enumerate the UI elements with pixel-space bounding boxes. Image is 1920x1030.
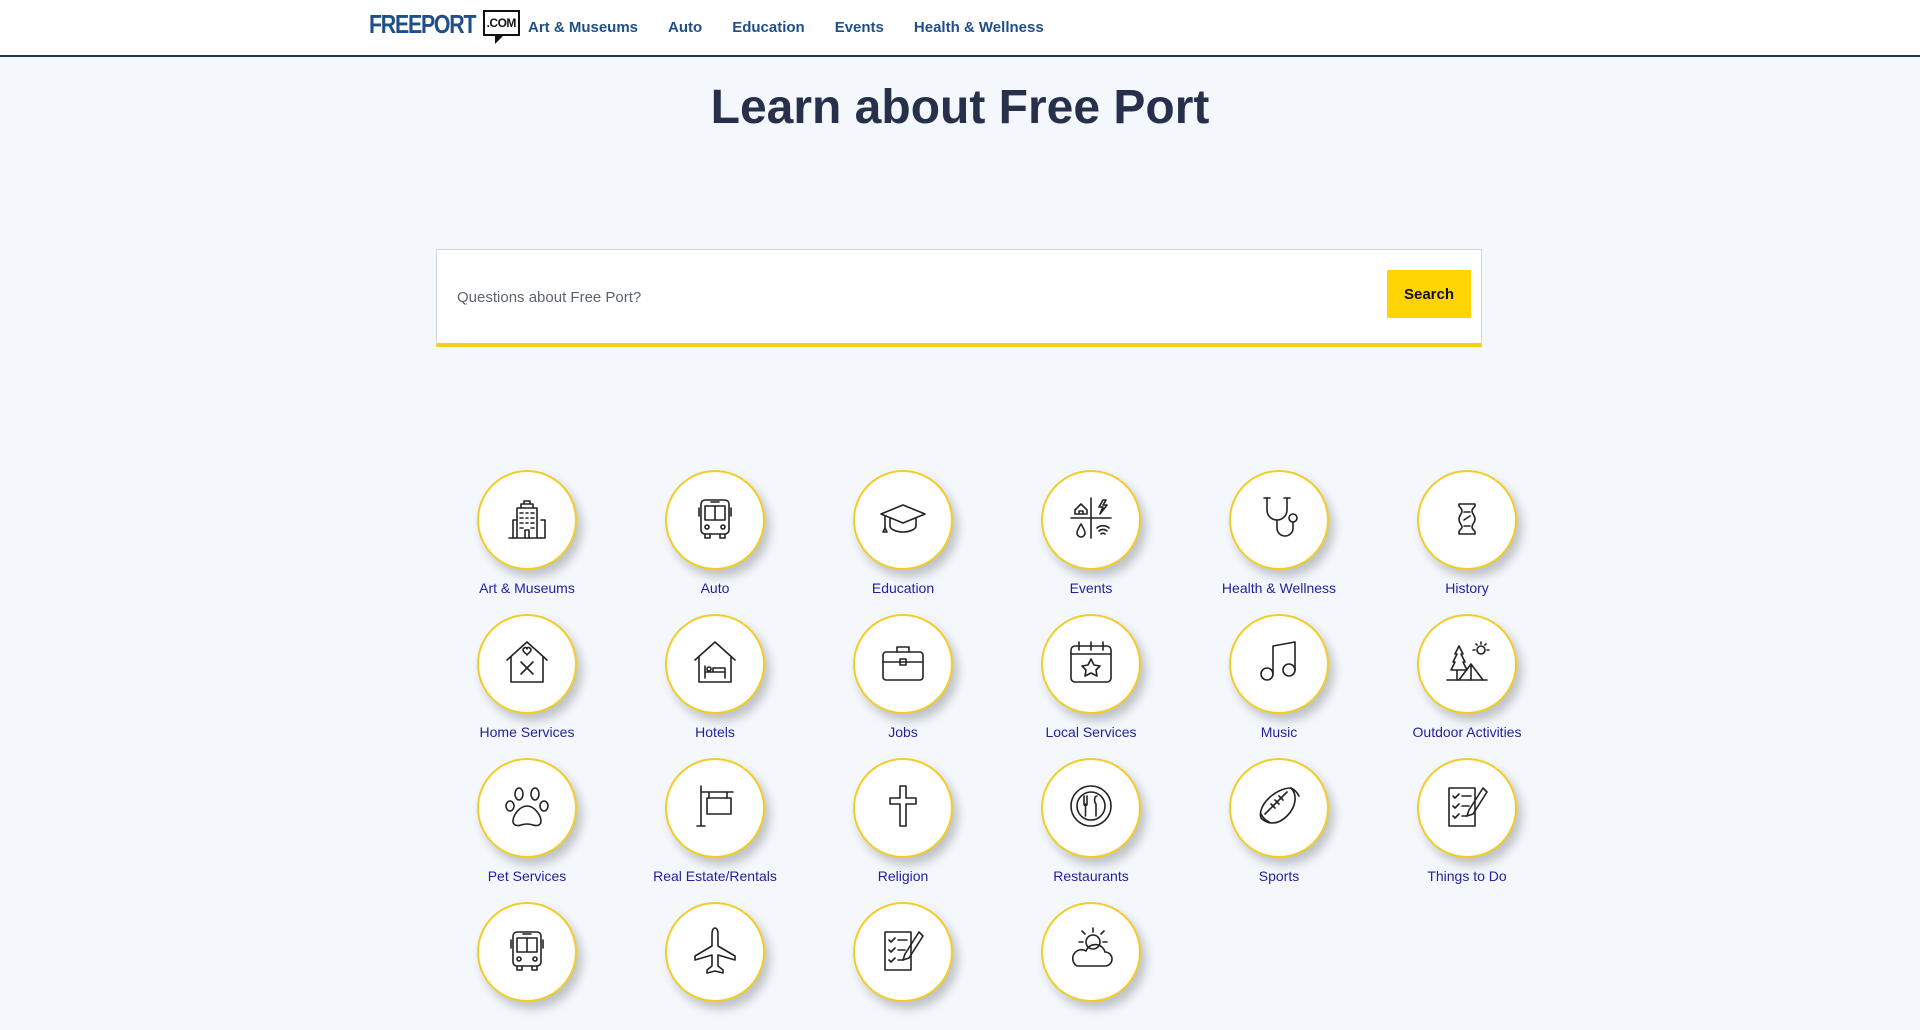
category-more-18[interactable] xyxy=(433,902,621,1030)
category-icon-circle[interactable] xyxy=(1041,614,1141,714)
nav-education[interactable]: Education xyxy=(732,19,805,36)
page-title: Learn about Free Port xyxy=(710,81,1210,134)
bus-icon xyxy=(499,922,555,983)
category-label[interactable]: Sports xyxy=(1259,868,1299,886)
logo-suffix: .COM xyxy=(482,10,520,44)
nav-health-wellness[interactable]: Health & Wellness xyxy=(914,19,1044,36)
calendar-star-icon xyxy=(1063,634,1119,695)
checklist-icon xyxy=(875,922,931,983)
football-icon xyxy=(1251,778,1307,839)
category-icon-circle[interactable] xyxy=(853,470,953,570)
category-icon-circle[interactable] xyxy=(1417,614,1517,714)
search-input[interactable] xyxy=(455,278,1399,316)
category-label[interactable]: Things to Do xyxy=(1427,868,1506,886)
category-education[interactable]: Education xyxy=(809,470,997,598)
category-label[interactable]: Jobs xyxy=(888,724,918,742)
category-music[interactable]: Music xyxy=(1185,614,1373,742)
category-home-services[interactable]: Home Services xyxy=(433,614,621,742)
category-label[interactable]: Hotels xyxy=(695,724,735,742)
airplane-icon xyxy=(687,922,743,983)
category-icon-circle[interactable] xyxy=(1417,470,1517,570)
house-tools-icon xyxy=(499,634,555,695)
category-icon-circle[interactable] xyxy=(1229,470,1329,570)
category-local-services[interactable]: Local Services xyxy=(997,614,1185,742)
cross-icon xyxy=(875,778,931,839)
category-real-estate-rentals[interactable]: Real Estate/Rentals xyxy=(621,758,809,886)
category-history[interactable]: History xyxy=(1373,470,1561,598)
category-art-museums[interactable]: Art & Museums xyxy=(433,470,621,598)
sign-post-icon xyxy=(687,778,743,839)
building-icon xyxy=(499,490,555,551)
category-icon-circle[interactable] xyxy=(665,614,765,714)
category-label[interactable]: Religion xyxy=(878,868,929,886)
category-label[interactable]: Events xyxy=(1070,580,1113,598)
category-icon-circle[interactable] xyxy=(853,614,953,714)
category-label[interactable]: Auto xyxy=(701,580,730,598)
category-sports[interactable]: Sports xyxy=(1185,758,1373,886)
briefcase-icon xyxy=(875,634,931,695)
category-icon-circle[interactable] xyxy=(1041,902,1141,1002)
checklist-icon xyxy=(1439,778,1495,839)
category-icon-circle[interactable] xyxy=(477,758,577,858)
main-nav: Art & Museums Auto Education Events Heal… xyxy=(528,0,1074,55)
category-label[interactable]: Outdoor Activities xyxy=(1413,724,1522,742)
nav-events[interactable]: Events xyxy=(835,19,884,36)
category-icon-circle[interactable] xyxy=(853,902,953,1002)
category-label[interactable]: Local Services xyxy=(1045,724,1136,742)
category-label[interactable]: Health & Wellness xyxy=(1222,580,1336,598)
category-things-to-do[interactable]: Things to Do xyxy=(1373,758,1561,886)
category-label[interactable]: History xyxy=(1445,580,1489,598)
category-label[interactable]: Art & Museums xyxy=(479,580,575,598)
camping-icon xyxy=(1439,634,1495,695)
category-jobs[interactable]: Jobs xyxy=(809,614,997,742)
category-icon-circle[interactable] xyxy=(477,470,577,570)
category-more-19[interactable] xyxy=(621,902,809,1030)
category-icon-circle[interactable] xyxy=(853,758,953,858)
graduation-cap-icon xyxy=(875,490,931,551)
category-icon-circle[interactable] xyxy=(665,758,765,858)
paw-icon xyxy=(499,778,555,839)
category-label[interactable]: Education xyxy=(872,580,934,598)
category-restaurants[interactable]: Restaurants xyxy=(997,758,1185,886)
category-icon-circle[interactable] xyxy=(1417,758,1517,858)
bus-icon xyxy=(687,490,743,551)
utilities-icon xyxy=(1063,490,1119,551)
category-hotels[interactable]: Hotels xyxy=(621,614,809,742)
category-health-wellness[interactable]: Health & Wellness xyxy=(1185,470,1373,598)
category-label[interactable]: Home Services xyxy=(480,724,575,742)
category-label[interactable]: Real Estate/Rentals xyxy=(653,868,777,886)
category-icon-circle[interactable] xyxy=(1041,758,1141,858)
category-label[interactable]: Restaurants xyxy=(1053,868,1128,886)
house-bed-icon xyxy=(687,634,743,695)
nav-art-museums[interactable]: Art & Museums xyxy=(528,19,638,36)
category-more-21[interactable] xyxy=(997,902,1185,1030)
category-icon-circle[interactable] xyxy=(1229,614,1329,714)
category-icon-circle[interactable] xyxy=(1229,758,1329,858)
search-box: Search xyxy=(436,249,1482,347)
category-icon-circle[interactable] xyxy=(477,614,577,714)
category-icon-circle[interactable] xyxy=(665,470,765,570)
category-auto[interactable]: Auto xyxy=(621,470,809,598)
category-icon-circle[interactable] xyxy=(665,902,765,1002)
search-button[interactable]: Search xyxy=(1387,270,1471,318)
top-navigation-bar: FREEPORT .COM Art & Museums Auto Educati… xyxy=(0,0,1920,57)
category-events[interactable]: Events xyxy=(997,470,1185,598)
stethoscope-icon xyxy=(1251,490,1307,551)
category-pet-services[interactable]: Pet Services xyxy=(433,758,621,886)
category-grid: Art & Museums Auto Education Events Health &… xyxy=(433,470,1561,1030)
nav-auto[interactable]: Auto xyxy=(668,19,702,36)
category-label[interactable]: Pet Services xyxy=(488,868,567,886)
logo-text: FREEPORT xyxy=(369,9,476,39)
category-icon-circle[interactable] xyxy=(477,902,577,1002)
scroll-icon xyxy=(1439,490,1495,551)
category-label[interactable]: Music xyxy=(1261,724,1298,742)
music-note-icon xyxy=(1251,634,1307,695)
category-outdoor-activities[interactable]: Outdoor Activities xyxy=(1373,614,1561,742)
category-more-20[interactable] xyxy=(809,902,997,1030)
freeport-logo[interactable]: FREEPORT .COM xyxy=(369,9,520,44)
weather-icon xyxy=(1063,922,1119,983)
category-icon-circle[interactable] xyxy=(1041,470,1141,570)
plate-cutlery-icon xyxy=(1063,778,1119,839)
category-religion[interactable]: Religion xyxy=(809,758,997,886)
